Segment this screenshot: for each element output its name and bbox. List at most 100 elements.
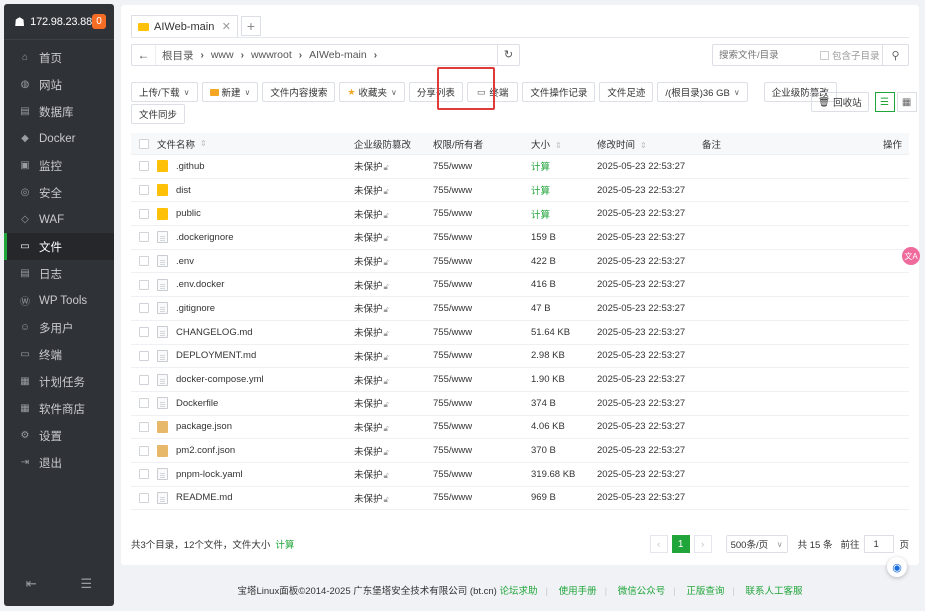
link-license[interactable]: 正版查询 — [686, 586, 724, 597]
crumb-wwwroot[interactable]: wwwroot — [251, 49, 292, 61]
header-size[interactable]: 大小 ⇕ — [531, 137, 597, 151]
file-name[interactable]: .gitignore — [176, 303, 215, 314]
page-size-select[interactable]: 500条/页 ∨ — [725, 535, 788, 553]
row-checkbox[interactable] — [139, 492, 149, 503]
protect-status[interactable]: 未保护 — [354, 447, 383, 458]
permission[interactable]: 755/www — [433, 469, 531, 480]
file-name[interactable]: README.md — [176, 492, 232, 503]
sidebar-item-terminal[interactable]: ▭ 终端 — [4, 341, 114, 368]
protect-status[interactable]: 未保护 — [354, 186, 383, 197]
table-row[interactable]: .github 未保护🔓︎ 755/www 计算 2025-05-23 22:53:27 — [131, 155, 909, 179]
table-row[interactable]: DEPLOYMENT.md 未保护🔓︎ 755/www 2.98 KB 2025-05-… — [131, 345, 909, 369]
protect-status[interactable]: 未保护 — [354, 399, 383, 410]
crumb-www[interactable]: www — [211, 49, 234, 61]
sidebar-item-home[interactable]: ⌂ 首页 — [4, 44, 114, 71]
row-checkbox[interactable] — [139, 445, 149, 456]
include-subdir-checkbox[interactable]: 包含子目录 — [820, 48, 880, 62]
close-icon[interactable]: ✕ — [222, 20, 231, 33]
row-checkbox[interactable] — [139, 161, 149, 172]
next-page-icon[interactable]: › — [693, 535, 712, 553]
collapse-icon[interactable]: ⇤ — [26, 576, 37, 592]
row-checkbox[interactable] — [139, 208, 149, 219]
select-all-checkbox[interactable] — [139, 138, 149, 149]
footprint-button[interactable]: 文件足迹 — [599, 82, 654, 102]
file-size[interactable]: 计算 — [531, 183, 597, 197]
current-page[interactable]: 1 — [671, 535, 690, 553]
row-checkbox[interactable] — [139, 232, 149, 243]
file-name[interactable]: public — [176, 208, 201, 219]
search-input[interactable] — [713, 49, 817, 61]
file-name[interactable]: package.json — [176, 421, 232, 432]
file-name[interactable]: CHANGELOG.md — [176, 327, 253, 338]
protect-status[interactable]: 未保护 — [354, 304, 383, 315]
row-checkbox[interactable] — [139, 279, 149, 290]
file-name[interactable]: .dockerignore — [176, 232, 234, 243]
sidebar-item-globe[interactable]: ◍ 网站 — [4, 71, 114, 98]
link-support[interactable]: 联系人工客服 — [745, 586, 802, 597]
table-row[interactable]: pm2.conf.json 未保护🔓︎ 755/www 370 B 2025-05-23… — [131, 439, 909, 463]
link-wechat[interactable]: 微信公众号 — [618, 586, 666, 597]
row-checkbox[interactable] — [139, 374, 149, 385]
file-sync-button[interactable]: 文件同步 — [131, 104, 186, 124]
table-row[interactable]: package.json 未保护🔓︎ 755/www 4.06 KB 2025-05-2… — [131, 416, 909, 440]
permission[interactable]: 755/www — [433, 303, 531, 314]
goto-page-input[interactable]: 1 — [864, 535, 895, 553]
sidebar-item-gear[interactable]: ⚙ 设置 — [4, 422, 114, 449]
translate-icon[interactable]: 文A — [902, 247, 920, 265]
table-row[interactable]: dist 未保护🔓︎ 755/www 计算 2025-05-23 22:53:27 — [131, 179, 909, 203]
chat-support-icon[interactable]: ◉ — [887, 557, 907, 577]
terminal-button[interactable]: ▭ 终端 — [466, 82, 519, 102]
grid-view-icon[interactable]: ▦ — [896, 92, 917, 112]
file-name[interactable]: .env.docker — [176, 279, 224, 290]
protect-status[interactable]: 未保护 — [354, 352, 383, 363]
content-search-button[interactable]: 文件内容搜索 — [262, 82, 336, 102]
file-name[interactable]: dist — [176, 185, 191, 196]
list-view-icon[interactable]: ☰ — [874, 92, 895, 112]
sidebar-item-shield[interactable]: ◇ WAF — [4, 206, 114, 233]
sidebar-item-docker[interactable]: ◆ Docker — [4, 125, 114, 152]
table-row[interactable]: .env.docker 未保护🔓︎ 755/www 416 B 2025-05-23 2… — [131, 273, 909, 298]
permission[interactable]: 755/www — [433, 232, 531, 243]
file-name[interactable]: pnpm-lock.yaml — [176, 469, 243, 480]
permission[interactable]: 755/www — [433, 445, 531, 456]
table-row[interactable]: .dockerignore 未保护🔓︎ 755/www 159 B 2025-05-23… — [131, 226, 909, 250]
file-name[interactable]: .github — [176, 161, 205, 172]
link-manual[interactable]: 使用手册 — [559, 586, 597, 597]
permission[interactable]: 755/www — [433, 208, 531, 219]
protect-status[interactable]: 未保护 — [354, 423, 383, 434]
search-icon[interactable]: ⚲ — [882, 45, 908, 65]
permission[interactable]: 755/www — [433, 350, 531, 361]
permission[interactable]: 755/www — [433, 327, 531, 338]
sidebar-item-folder[interactable]: ▭ 文件 — [4, 233, 114, 260]
file-size[interactable]: 计算 — [531, 159, 597, 173]
table-row[interactable]: pnpm-lock.yaml 未保护🔓︎ 755/www 319.68 KB 2025-… — [131, 463, 909, 487]
upload-download-button[interactable]: 上传/下载 ∨ — [131, 82, 198, 102]
link-forum[interactable]: 论坛求助 — [499, 586, 537, 597]
header-mtime[interactable]: 修改时间 ⇕ — [597, 137, 702, 151]
sidebar-item-logout[interactable]: ⇥ 退出 — [4, 449, 114, 476]
protect-status[interactable]: 未保护 — [354, 470, 383, 481]
row-checkbox[interactable] — [139, 469, 149, 480]
protect-status[interactable]: 未保护 — [354, 376, 383, 387]
table-row[interactable]: Dockerfile 未保护🔓︎ 755/www 374 B 2025-05-23 22… — [131, 392, 909, 416]
permission[interactable]: 755/www — [433, 374, 531, 385]
table-row[interactable]: README.md 未保护🔓︎ 755/www 969 B 2025-05-23 22:… — [131, 487, 909, 511]
permission[interactable]: 755/www — [433, 492, 531, 503]
protect-status[interactable]: 未保护 — [354, 257, 383, 268]
row-checkbox[interactable] — [139, 185, 149, 196]
chevron-right-icon[interactable]: › — [374, 50, 377, 61]
sidebar-item-grid[interactable]: ▦ 软件商店 — [4, 395, 114, 422]
menu-icon[interactable]: ☰ — [80, 576, 92, 592]
permission[interactable]: 755/www — [433, 185, 531, 196]
notification-badge[interactable]: 0 — [92, 14, 106, 29]
file-name[interactable]: pm2.conf.json — [176, 445, 235, 456]
file-size[interactable]: 计算 — [531, 207, 597, 221]
share-list-button[interactable]: 分享列表 — [408, 82, 463, 102]
row-checkbox[interactable] — [139, 303, 149, 314]
sidebar-item-monitor[interactable]: ▣ 监控 — [4, 152, 114, 179]
sidebar-item-users[interactable]: ☺ 多用户 — [4, 314, 114, 341]
permission[interactable]: 755/www — [433, 256, 531, 267]
operation-log-button[interactable]: 文件操作记录 — [522, 82, 596, 102]
row-checkbox[interactable] — [139, 421, 149, 432]
permission[interactable]: 755/www — [433, 161, 531, 172]
